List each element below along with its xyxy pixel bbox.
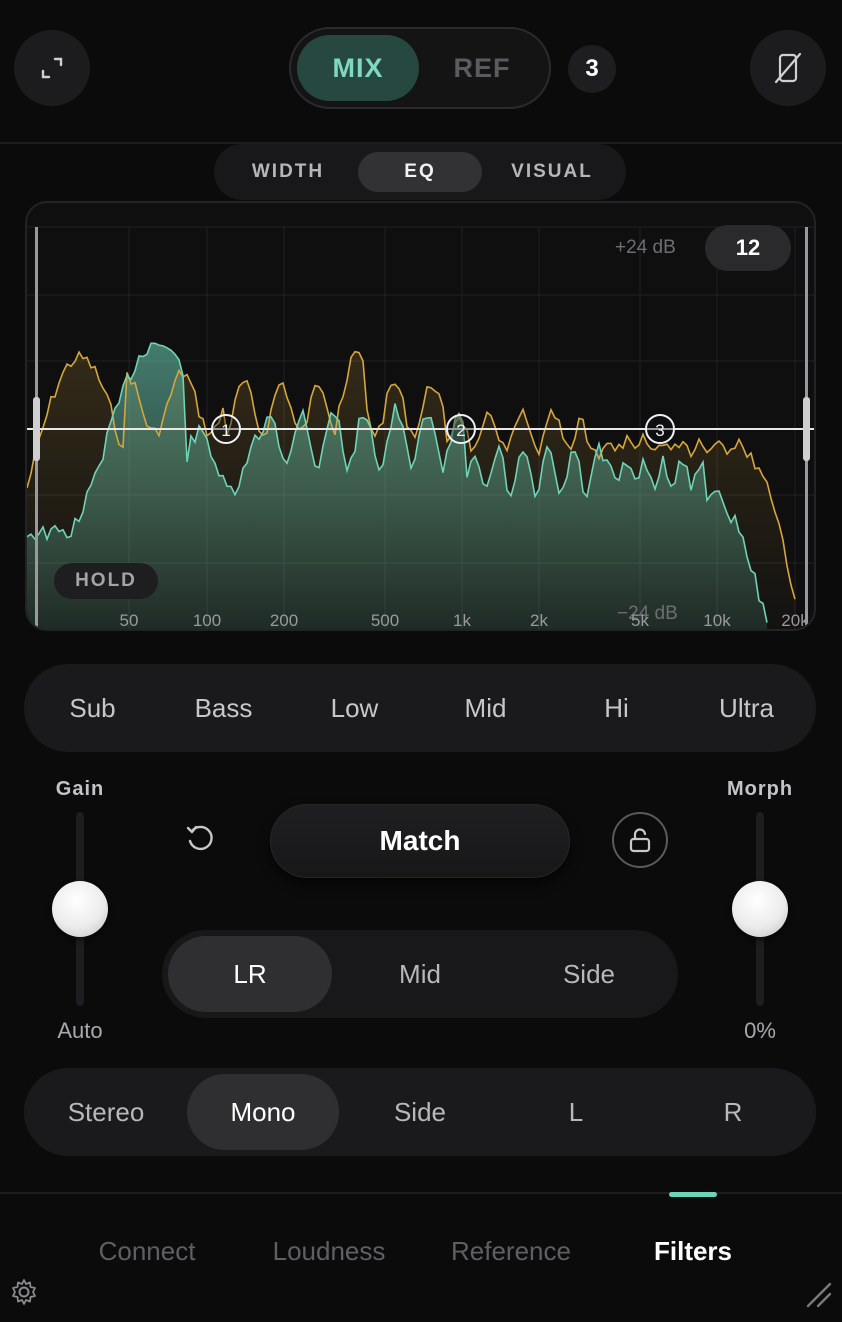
band-low[interactable]: Low (289, 664, 420, 752)
freq-label: 100 (192, 611, 222, 630)
tab-eq[interactable]: EQ (358, 152, 482, 192)
freq-label: 20k (781, 611, 809, 630)
freq-label: 50 (119, 611, 139, 630)
tab-width[interactable]: WIDTH (226, 152, 350, 192)
nav-loudness[interactable]: Loudness (273, 1236, 386, 1267)
phone-off-button[interactable] (750, 30, 826, 106)
nav-filters[interactable]: Filters (654, 1236, 732, 1267)
freq-label: 1k (453, 611, 471, 630)
channel-lr[interactable]: LR (168, 936, 332, 1012)
tab-visual[interactable]: VISUAL (490, 152, 614, 192)
resize-grip-icon (806, 1282, 832, 1308)
mix-ref-toggle: MIX REF (289, 27, 551, 109)
freq-label: 10k (703, 611, 731, 630)
band-selector: Sub Bass Low Mid Hi Ultra (24, 664, 816, 752)
bottom-nav: Connect Loudness Reference Filters (0, 1192, 842, 1322)
band-hi[interactable]: Hi (551, 664, 682, 752)
reset-icon (186, 825, 213, 851)
monitor-r[interactable]: R (657, 1074, 809, 1150)
monitor-mode-selector: Stereo Mono Side L R (24, 1068, 816, 1156)
freq-label: 5k (631, 611, 649, 630)
low-cut-handle (33, 397, 40, 461)
morph-value: 0% (744, 1018, 776, 1043)
eq-node-label: 3 (655, 421, 664, 440)
eq-display[interactable]: 123 +24 dB −24 dB 12 HOLD 50 100 200 500… (25, 201, 816, 631)
count-badge: 3 (568, 45, 616, 93)
freq-label: 200 (269, 611, 299, 630)
eq-node-label: 1 (221, 421, 230, 440)
band-ultra[interactable]: Ultra (681, 664, 812, 752)
freq-label: 2k (530, 611, 548, 630)
match-button[interactable]: Match (270, 804, 570, 878)
channel-mid[interactable]: Mid (338, 936, 502, 1012)
nav-connect[interactable]: Connect (99, 1236, 196, 1267)
gain-label: Gain (55, 778, 105, 800)
monitor-mono[interactable]: Mono (187, 1074, 339, 1150)
reset-button[interactable] (178, 816, 222, 860)
view-tabs: WIDTH EQ VISUAL (214, 144, 626, 200)
expand-icon (41, 57, 63, 79)
high-cut-handle (803, 397, 810, 461)
freq-label: 500 (370, 611, 400, 630)
morph-label: Morph (726, 778, 794, 800)
gain-slider-knob[interactable] (52, 881, 108, 937)
zoom-range-button[interactable]: 12 (705, 225, 791, 271)
channel-mode-selector: LR Mid Side (162, 930, 678, 1018)
hold-button[interactable]: HOLD (54, 563, 158, 599)
mix-tab[interactable]: MIX (297, 35, 419, 101)
band-mid[interactable]: Mid (420, 664, 551, 752)
monitor-side[interactable]: Side (344, 1074, 496, 1150)
channel-side[interactable]: Side (507, 936, 671, 1012)
expand-button[interactable] (14, 30, 90, 106)
lock-button[interactable] (612, 812, 668, 868)
nav-reference[interactable]: Reference (451, 1236, 571, 1267)
band-sub[interactable]: Sub (27, 664, 158, 752)
monitor-stereo[interactable]: Stereo (30, 1074, 182, 1150)
eq-node-label: 2 (456, 421, 465, 440)
phone-off-icon (774, 52, 802, 84)
monitor-l[interactable]: L (500, 1074, 652, 1150)
settings-button[interactable] (8, 1276, 40, 1308)
ref-tab[interactable]: REF (421, 35, 543, 101)
resize-handle[interactable] (804, 1280, 834, 1310)
unlock-icon (629, 828, 651, 853)
morph-slider-knob[interactable] (732, 881, 788, 937)
gear-icon (12, 1279, 36, 1305)
band-bass[interactable]: Bass (158, 664, 289, 752)
db-top-label: +24 dB (615, 237, 676, 258)
gain-value: Auto (57, 1018, 103, 1043)
